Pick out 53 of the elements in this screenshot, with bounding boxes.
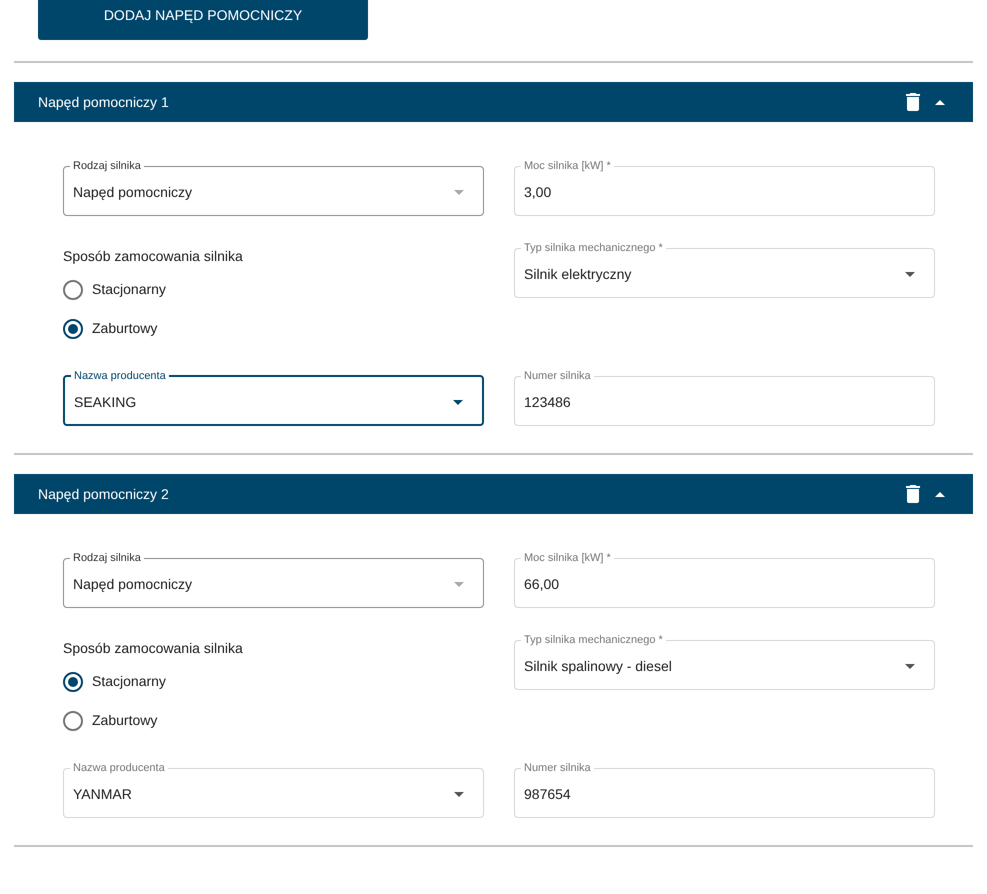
delete-icon[interactable] [906, 485, 920, 503]
group-label: Sposób zamocowania silnika [63, 247, 244, 266]
dropdown-arrow-icon [454, 792, 464, 796]
dropdown-arrow-icon [905, 664, 915, 668]
field-value: YANMAR [73, 784, 132, 804]
collapse-icon[interactable] [935, 492, 945, 496]
dropdown-arrow-icon [454, 582, 464, 586]
radio-option[interactable]: Stacjonarny [63, 671, 166, 692]
radio-option[interactable]: Stacjonarny [63, 279, 166, 300]
radio-option[interactable]: Zaburtowy [63, 318, 158, 339]
field-value: Silnik elektryczny [524, 264, 632, 284]
field-value: 66,00 [524, 574, 560, 594]
field-label: Moc silnika [kW] * [523, 552, 612, 564]
field-label: Numer silnika [523, 762, 592, 774]
select-field[interactable]: Nazwa producenta YANMAR [63, 762, 484, 818]
field-value: 987654 [524, 784, 571, 804]
field-label: Rodzaj silnika [72, 552, 142, 564]
field-label: Nazwa producenta [72, 762, 166, 774]
field-label: Typ silnika mechanicznego * [523, 634, 664, 646]
dropdown-arrow-icon [453, 400, 463, 404]
group-label: Sposób zamocowania silnika [63, 639, 244, 658]
text-field[interactable]: Numer silnika 987654 [514, 762, 935, 818]
field-value: Silnik spalinowy - diesel [524, 656, 672, 676]
radio-button[interactable] [63, 672, 83, 692]
dropdown-arrow-icon [454, 190, 464, 194]
field-value: Napęd pomocniczy [73, 574, 192, 594]
select-field[interactable]: Typ silnika mechanicznego * Silnik spalinowy - diesel [514, 634, 935, 690]
section-title: Napęd pomocniczy 2 [38, 484, 169, 504]
field-label: Moc silnika [kW] * [523, 160, 612, 172]
select-field[interactable]: Rodzaj silnika Napęd pomocniczy [63, 552, 484, 608]
select-field[interactable]: Rodzaj silnika Napęd pomocniczy [63, 160, 484, 216]
field-value: 123486 [524, 392, 571, 412]
field-label: Numer silnika [523, 370, 592, 382]
field-label: Typ silnika mechanicznego * [523, 242, 664, 254]
radio-button[interactable] [63, 710, 83, 730]
radio-button[interactable] [63, 280, 83, 300]
collapse-icon[interactable] [935, 100, 945, 104]
field-value: SEAKING [74, 392, 136, 412]
text-field[interactable]: Moc silnika [kW] * 66,00 [514, 552, 935, 608]
radio-option[interactable]: Zaburtowy [63, 710, 158, 731]
field-label: Rodzaj silnika [72, 160, 142, 172]
select-field[interactable]: Nazwa producenta SEAKING [63, 370, 484, 426]
field-value: 3,00 [524, 182, 552, 202]
text-field[interactable]: Numer silnika 123486 [514, 370, 935, 426]
delete-icon[interactable] [906, 93, 920, 111]
text-field[interactable]: Moc silnika [kW] * 3,00 [514, 160, 935, 216]
select-field[interactable]: Typ silnika mechanicznego * Silnik elektryczny [514, 242, 935, 298]
section-title: Napęd pomocniczy 1 [38, 92, 169, 112]
field-value: Napęd pomocniczy [73, 182, 192, 202]
add-button[interactable]: DODAJ NAPĘD POMOCNICZY [38, 0, 368, 40]
radio-button[interactable] [63, 318, 83, 338]
field-label: Nazwa producenta [73, 370, 167, 382]
dropdown-arrow-icon [905, 272, 915, 276]
